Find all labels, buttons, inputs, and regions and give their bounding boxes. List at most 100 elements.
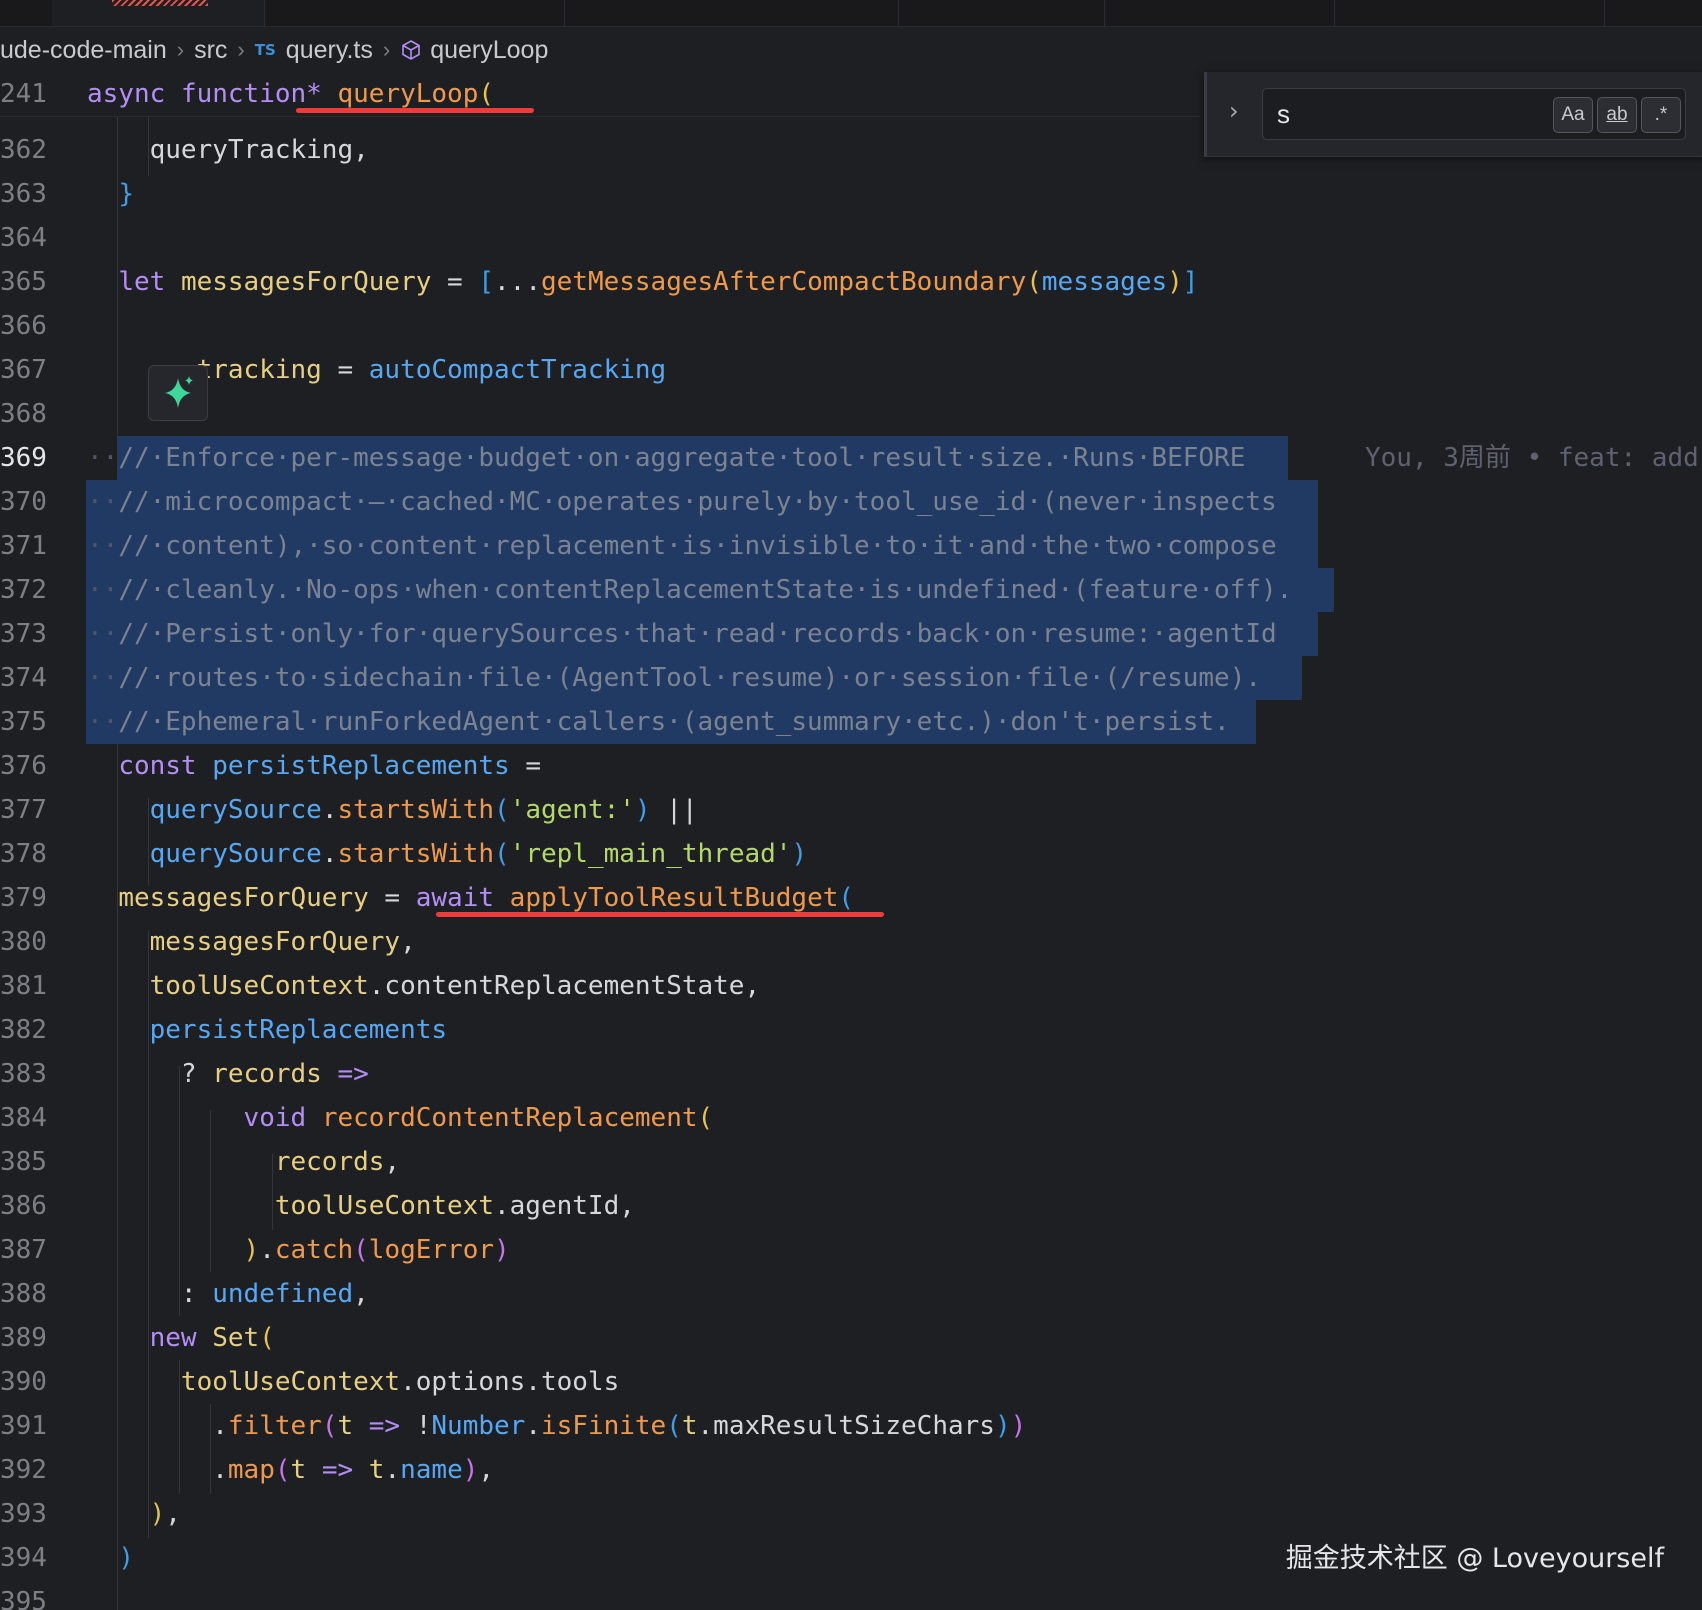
breadcrumb-folder[interactable]: src xyxy=(194,36,227,65)
code-line[interactable]: records, xyxy=(87,1140,400,1184)
code-token: = xyxy=(368,883,416,913)
code-token: 'agent:' xyxy=(509,795,635,825)
code-token: ( xyxy=(274,1455,291,1485)
code-line[interactable]: ··//·cleanly.·No-ops·when·contentReplace… xyxy=(87,568,1292,612)
code-token: getMessagesAfterCompactBoundary xyxy=(540,267,1027,297)
code-token: querySource xyxy=(149,795,322,825)
code-line[interactable]: let messagesForQuery = [...getMessagesAf… xyxy=(87,260,1198,304)
code-line[interactable]: ··//·routes·to·sidechain·file·(AgentTool… xyxy=(87,656,1261,700)
code-token: ·· xyxy=(87,443,119,473)
code-token: ) xyxy=(1010,1411,1027,1441)
code-token: => xyxy=(321,1455,354,1485)
code-line[interactable]: .filter(t => !Number.isFinite(t.maxResul… xyxy=(87,1404,1026,1448)
code-line[interactable]: ··//·Enforce·per-message·budget·on·aggre… xyxy=(87,436,1245,480)
code-token: 'repl_main_thread' xyxy=(509,839,792,869)
tab-bar xyxy=(0,0,1702,27)
code-line[interactable]: persistReplacements xyxy=(87,1008,447,1052)
find-widget: › s Aa ab .* xyxy=(1204,72,1702,157)
code-line[interactable]: ? records => xyxy=(87,1052,369,1096)
find-input-box[interactable]: s Aa ab .* xyxy=(1262,88,1686,140)
code-token: ( xyxy=(838,883,855,913)
code-line[interactable]: ), xyxy=(87,1492,181,1536)
code-token: ) xyxy=(243,1235,260,1265)
git-blame-annotation[interactable]: You, 3周前 • feat: add xyxy=(1365,436,1699,480)
annotation-underline xyxy=(436,912,884,917)
tab[interactable] xyxy=(0,0,53,26)
code-token: .agentId, xyxy=(494,1191,635,1221)
match-case-button[interactable]: Aa xyxy=(1553,97,1593,133)
line-number: 379 xyxy=(0,883,47,913)
code-line[interactable]: ··//·content),·so·content·replacement·is… xyxy=(87,524,1277,568)
code-token: ·· xyxy=(87,531,119,561)
sticky-scroll-header[interactable]: 241 async function* queryLoop( xyxy=(0,72,1200,117)
tab[interactable] xyxy=(898,0,1105,26)
code-token: //·content),·so·content·replacement·is·i… xyxy=(118,531,1277,561)
code-line[interactable]: ).catch(logError) xyxy=(87,1228,510,1272)
code-token: => xyxy=(368,1411,401,1441)
code-line[interactable]: toolUseContext.options.tools xyxy=(87,1360,619,1404)
line-number: 377 xyxy=(0,795,47,825)
find-input[interactable]: s xyxy=(1277,89,1290,139)
watermark: 掘金技术社区 @ Loveyourself xyxy=(1285,1543,1664,1574)
code-line[interactable]: ··//·Ephemeral·runForkedAgent·callers·(a… xyxy=(87,700,1230,744)
bracket-token: ( xyxy=(478,79,495,109)
ai-action-button[interactable] xyxy=(148,365,208,421)
code-token: ·· xyxy=(87,619,119,649)
tab[interactable] xyxy=(564,0,899,26)
tab[interactable] xyxy=(1104,0,1335,26)
code-line[interactable]: ··//·Persist·only·for·querySources·that·… xyxy=(87,612,1277,656)
code-line[interactable]: querySource.startsWith('agent:') || xyxy=(87,788,698,832)
tab[interactable] xyxy=(264,0,565,26)
code-token: recordContentReplacement xyxy=(321,1103,698,1133)
breadcrumb-file[interactable]: query.ts xyxy=(286,36,373,65)
code-line[interactable]: toolUseContext.agentId, xyxy=(87,1184,635,1228)
code-token: const xyxy=(118,751,197,781)
code-token: toolUseContext xyxy=(274,1191,494,1221)
code-line[interactable]: .map(t => t.name), xyxy=(87,1448,494,1492)
code-token: messagesForQuery xyxy=(180,267,432,297)
whole-word-button[interactable]: ab xyxy=(1597,97,1637,133)
breadcrumb: ude-code-main › src › TS query.ts › quer… xyxy=(0,30,548,70)
code-line[interactable]: ··//·microcompact·—·cached·MC·operates·p… xyxy=(87,480,1277,524)
code-line[interactable]: messagesForQuery, xyxy=(87,920,416,964)
line-number: 365 xyxy=(0,267,47,297)
tab[interactable] xyxy=(1334,0,1605,26)
code-line[interactable]: querySource.startsWith('repl_main_thread… xyxy=(87,832,807,876)
code-token: , xyxy=(400,927,416,957)
breadcrumb-symbol[interactable]: queryLoop xyxy=(430,36,548,65)
code-line[interactable]: new Set( xyxy=(87,1316,275,1360)
code-editor[interactable]: ude-code-main › src › TS query.ts › quer… xyxy=(0,0,1702,1610)
code-line[interactable]: const persistReplacements = xyxy=(87,744,541,788)
code-token: messagesForQuery xyxy=(149,927,401,957)
line-number: 385 xyxy=(0,1147,47,1177)
code-line[interactable]: queryTracking, xyxy=(87,128,369,172)
toggle-replace-chevron-icon[interactable]: › xyxy=(1229,98,1249,124)
code-token: . xyxy=(384,1455,401,1485)
code-token: ( xyxy=(259,1323,275,1353)
line-number: 374 xyxy=(0,663,47,693)
line-number: 366 xyxy=(0,311,47,341)
breadcrumb-project[interactable]: ude-code-main xyxy=(0,36,167,65)
regex-button[interactable]: .* xyxy=(1641,97,1681,133)
code-token: t xyxy=(681,1411,698,1441)
tab-active[interactable] xyxy=(52,0,265,26)
code-line[interactable]: ) xyxy=(87,1536,134,1580)
code-line[interactable]: } xyxy=(87,172,134,216)
code-line[interactable]: void recordContentReplacement( xyxy=(87,1096,714,1140)
line-number: 367 xyxy=(0,355,47,385)
line-number: 386 xyxy=(0,1191,47,1221)
code-token: [ xyxy=(478,267,495,297)
code-token: Set xyxy=(212,1323,260,1353)
line-number: 373 xyxy=(0,619,47,649)
code-line[interactable]: toolUseContext.contentReplacementState, xyxy=(87,964,761,1008)
code-token: //·Ephemeral·runForkedAgent·callers·(age… xyxy=(118,707,1230,737)
code-token: tracking xyxy=(196,355,322,385)
code-line[interactable]: : undefined, xyxy=(87,1272,369,1316)
